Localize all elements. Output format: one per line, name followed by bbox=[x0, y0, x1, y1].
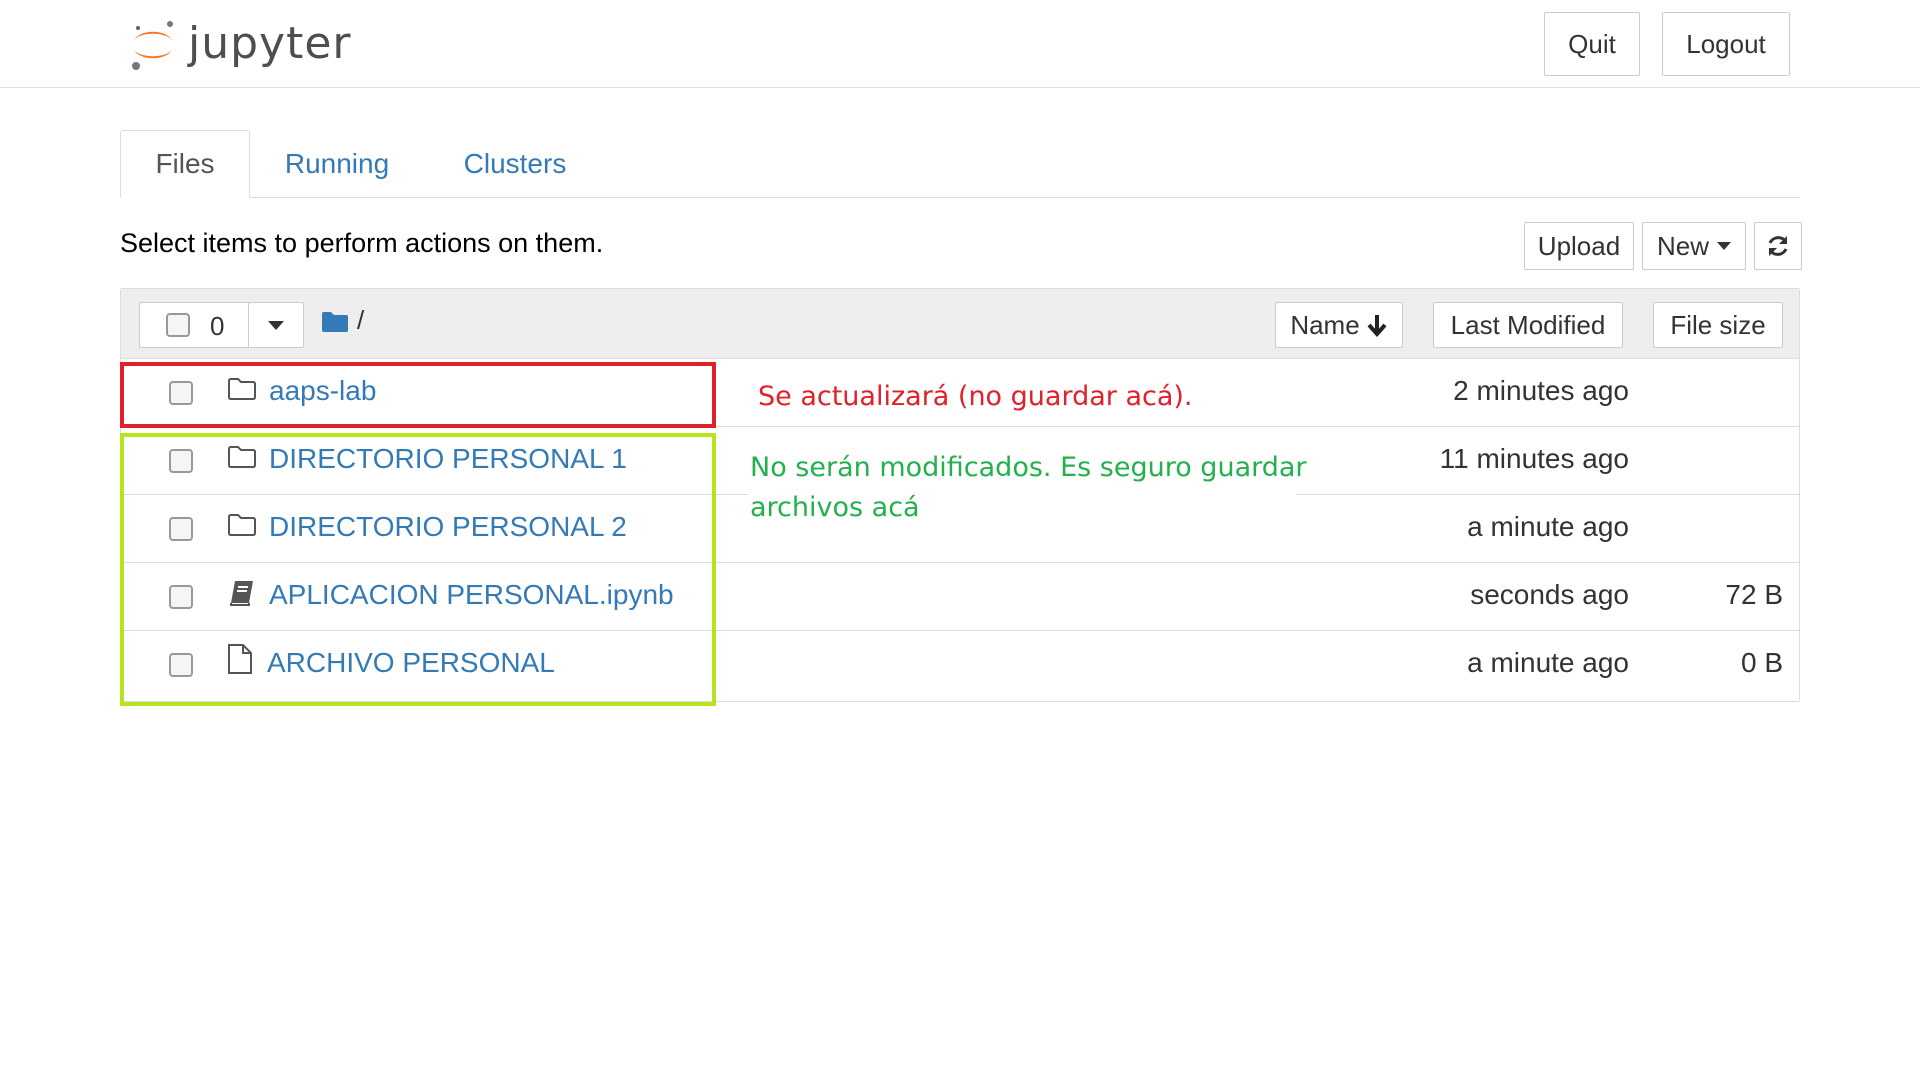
caret-down-icon bbox=[268, 320, 284, 330]
refresh-icon bbox=[1768, 236, 1788, 256]
logo-text: jupyter bbox=[188, 18, 352, 69]
item-modified: 11 minutes ago bbox=[1439, 443, 1629, 474]
tab-running[interactable]: Running bbox=[272, 130, 402, 198]
jupyter-logo-icon bbox=[132, 21, 173, 70]
tab-bar: Files Running Clusters bbox=[120, 130, 1800, 198]
selection-hint: Select items to perform actions on them. bbox=[120, 228, 604, 258]
green-annotation-text-line1: No serán modificados. Es seguro guardar bbox=[750, 452, 1307, 483]
select-all-control[interactable]: 0 bbox=[139, 302, 249, 348]
tab-files[interactable]: Files bbox=[120, 130, 250, 198]
jupyter-logo[interactable]: jupyter bbox=[128, 12, 352, 76]
red-annotation-box bbox=[120, 362, 716, 428]
arrow-down-icon bbox=[1367, 315, 1387, 337]
select-all-checkbox[interactable] bbox=[166, 313, 190, 337]
sort-modified-button[interactable]: Last Modified bbox=[1433, 302, 1623, 348]
red-annotation-text: Se actualizará (no guardar acá). bbox=[758, 381, 1193, 412]
new-dropdown-button[interactable]: New bbox=[1642, 222, 1746, 270]
sort-size-button[interactable]: File size bbox=[1653, 302, 1783, 348]
item-size: 0 B bbox=[1740, 647, 1783, 678]
folder-icon[interactable] bbox=[321, 311, 349, 333]
item-modified: a minute ago bbox=[1467, 647, 1629, 678]
item-modified: seconds ago bbox=[1470, 579, 1629, 610]
file-list-header: 0 / Name Last Modified File size bbox=[121, 289, 1799, 359]
select-dropdown-button[interactable] bbox=[248, 302, 304, 348]
tab-clusters[interactable]: Clusters bbox=[450, 130, 580, 198]
sort-name-label: Name bbox=[1290, 309, 1360, 340]
item-modified: a minute ago bbox=[1467, 511, 1629, 542]
sort-name-button[interactable]: Name bbox=[1275, 302, 1403, 348]
item-size: 72 B bbox=[1725, 579, 1783, 610]
refresh-button[interactable] bbox=[1754, 222, 1802, 270]
breadcrumb-root[interactable]: / bbox=[357, 305, 364, 336]
item-modified: 2 minutes ago bbox=[1453, 375, 1629, 406]
new-label: New bbox=[1656, 230, 1709, 261]
green-annotation-box bbox=[120, 433, 716, 706]
header: jupyter Quit Logout bbox=[0, 0, 1920, 88]
selected-count: 0 bbox=[210, 311, 225, 341]
upload-button[interactable]: Upload bbox=[1524, 222, 1634, 270]
logout-button[interactable]: Logout bbox=[1662, 12, 1790, 76]
green-annotation-text-line2: archivos acá bbox=[750, 492, 920, 523]
quit-button[interactable]: Quit bbox=[1544, 12, 1640, 76]
caret-down-icon bbox=[1717, 242, 1731, 250]
